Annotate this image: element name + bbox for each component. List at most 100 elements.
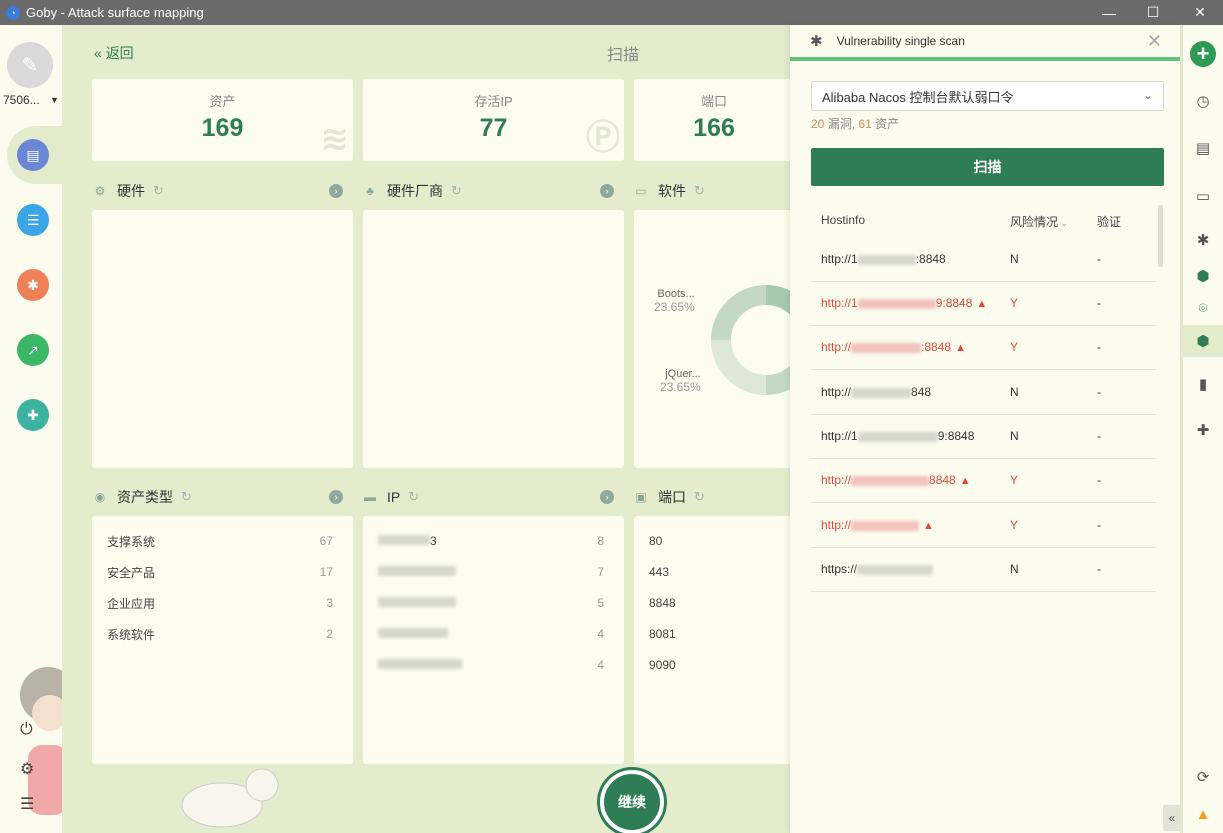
scan-button[interactable]: 扫描 <box>811 148 1164 186</box>
nav-extension-icon[interactable]: ✚ <box>17 399 49 431</box>
maximize-icon[interactable]: ☐ <box>1130 0 1176 25</box>
section-asset-type: ◉ 资产类型 ↻ <box>93 487 192 507</box>
software-panel: Boots... 23.65% jQuer... 23.65% <box>634 210 794 468</box>
settings-icon[interactable]: ⚙ <box>20 759 34 779</box>
verify-cell[interactable]: - <box>1097 296 1101 310</box>
verify-cell[interactable]: - <box>1097 252 1101 266</box>
section-vendor: ♣ 硬件厂商 ↻ <box>363 181 462 201</box>
table-row[interactable]: http:// 8848 ▲ Y - <box>811 459 1156 503</box>
list-item[interactable]: 8081 <box>649 624 774 644</box>
table-row[interactable]: http://1 9:8848 N - <box>811 415 1156 459</box>
nav-vulnerability-icon[interactable]: ✱ <box>17 269 49 301</box>
goby-logo-icon: ◔ <box>6 5 20 20</box>
close-icon[interactable]: ✕ <box>1147 31 1162 52</box>
list-item[interactable]: 7 <box>378 562 604 582</box>
list-item[interactable]: 系统软件 2 <box>107 624 333 644</box>
fingerprint-icon[interactable]: ⌾ <box>1192 297 1214 319</box>
list-item[interactable]: 8848 <box>649 593 774 613</box>
vuln-scan-tool-icon[interactable]: ⬢ <box>1192 330 1214 352</box>
list-item[interactable]: 443 <box>649 562 774 582</box>
table-row[interactable]: http://1 9:8848 ▲ Y - <box>811 282 1156 326</box>
collapse-drawer-icon[interactable]: « <box>1163 805 1181 831</box>
host-cell[interactable]: https:// <box>821 562 934 576</box>
vuln-select[interactable]: Alibaba Nacos 控制台默认弱口令 ⌄ <box>811 81 1164 111</box>
host-cell[interactable]: http:// 8848 ▲ <box>821 473 971 487</box>
list-item[interactable]: 4 <box>378 624 604 644</box>
host-cell[interactable]: http://1 9:8848 <box>821 429 974 443</box>
table-row[interactable]: http:// 848 N - <box>811 371 1156 415</box>
host-cell[interactable]: http://:8848 ▲ <box>821 340 966 354</box>
list-item[interactable]: 企业应用 3 <box>107 593 333 613</box>
expand-vendor-icon[interactable]: › <box>600 184 614 198</box>
caret-down-icon[interactable]: ▼ <box>50 95 59 105</box>
list-item[interactable]: 支撑系统 67 <box>107 531 333 551</box>
refresh-icon[interactable]: ↻ <box>153 183 164 199</box>
sync-icon[interactable]: ⟳ <box>1192 766 1214 788</box>
table-row[interactable]: http://1:8848 N - <box>811 238 1156 282</box>
power-icon[interactable]: ⏻ <box>20 721 33 739</box>
continue-button[interactable]: 继续 <box>600 770 664 833</box>
menu-icon[interactable]: ☰ <box>20 794 34 814</box>
table-row[interactable]: https:// N - <box>811 548 1156 592</box>
minimize-icon[interactable]: — <box>1086 0 1132 25</box>
warning-icon[interactable]: ▲ <box>1192 803 1214 825</box>
item-count: 67 <box>319 534 333 548</box>
col-host[interactable]: Hostinfo <box>821 213 865 227</box>
expand-ip-icon[interactable]: › <box>600 490 614 504</box>
verify-cell[interactable]: - <box>1097 429 1101 443</box>
nav-scan-icon[interactable]: ▤ <box>17 139 49 171</box>
refresh-icon[interactable]: ↻ <box>181 489 192 505</box>
host-cell[interactable]: http:// 848 <box>821 385 931 399</box>
risk-cell: N <box>1010 429 1019 443</box>
refresh-icon[interactable]: ↻ <box>408 489 419 505</box>
back-button[interactable]: « 返回 <box>94 43 134 63</box>
col-verify[interactable]: 验证 <box>1097 213 1121 230</box>
list-item[interactable]: 80 <box>649 531 774 551</box>
host-cell[interactable]: http:// ▲ <box>821 518 934 532</box>
stat-card-alive-ip[interactable]: 存活IP 77 Ⓟ <box>363 79 624 161</box>
bug-icon[interactable]: ✱ <box>1192 229 1214 251</box>
list-item[interactable]: 5 <box>378 593 604 613</box>
verify-cell[interactable]: - <box>1097 385 1101 399</box>
chart-icon[interactable]: ▮ <box>1192 373 1214 395</box>
section-title: 软件 <box>658 183 686 199</box>
donut-slice[interactable] <box>711 339 767 395</box>
refresh-icon[interactable]: ↻ <box>694 183 705 199</box>
list-item[interactable]: 38 <box>378 531 604 551</box>
list-item[interactable]: 4 <box>378 655 604 675</box>
refresh-icon[interactable]: ↻ <box>451 183 462 199</box>
table-row[interactable]: http://:8848 ▲ Y - <box>811 326 1156 370</box>
port-icon: ▣ <box>635 490 647 504</box>
close-window-icon[interactable]: ✕ <box>1177 0 1223 25</box>
scrollbar[interactable] <box>1158 205 1163 267</box>
nav-report-icon[interactable]: ↗ <box>17 334 49 366</box>
cube-icon[interactable]: ⬢ <box>1192 265 1214 287</box>
list-item[interactable]: 9090 <box>649 655 774 675</box>
item-count: 4 <box>597 627 604 641</box>
plugin-icon[interactable]: ✚ <box>1192 419 1214 441</box>
history-icon[interactable]: ◷ <box>1192 90 1214 112</box>
table-row[interactable]: http:// ▲ Y - <box>811 504 1156 548</box>
expand-hardware-icon[interactable]: › <box>329 184 343 198</box>
expand-asset-type-icon[interactable]: › <box>329 490 343 504</box>
list-item[interactable]: 安全产品 17 <box>107 562 333 582</box>
workspace-name[interactable]: 7506... <box>3 93 40 107</box>
document-icon[interactable]: ▤ <box>1192 137 1214 159</box>
verify-cell[interactable]: - <box>1097 340 1101 354</box>
refresh-icon[interactable]: ↻ <box>694 489 705 505</box>
add-icon[interactable]: + <box>1190 41 1216 67</box>
verify-cell[interactable]: - <box>1097 473 1101 487</box>
verify-cell[interactable]: - <box>1097 562 1101 576</box>
host-cell[interactable]: http://1:8848 <box>821 252 946 266</box>
host-cell[interactable]: http://1 9:8848 ▲ <box>821 296 987 310</box>
workspace-avatar[interactable]: ✎ <box>7 42 53 88</box>
verify-cell[interactable]: - <box>1097 518 1101 532</box>
nav-assets-icon[interactable]: ☰ <box>17 204 49 236</box>
stat-card-ports[interactable]: 端口 166 <box>634 79 794 161</box>
monitor-icon[interactable]: ▭ <box>1192 185 1214 207</box>
left-sidebar: ✎ 7506... ▼ ▤ ☰ ✱ ↗ ✚ ⏻ ⚙ ☰ <box>0 25 68 833</box>
item-count: 5 <box>597 596 604 610</box>
col-risk[interactable]: 风险情况 ⌄ <box>1010 213 1068 230</box>
redacted-host <box>857 298 936 309</box>
stat-card-assets[interactable]: 资产 169 ≋ <box>92 79 353 161</box>
